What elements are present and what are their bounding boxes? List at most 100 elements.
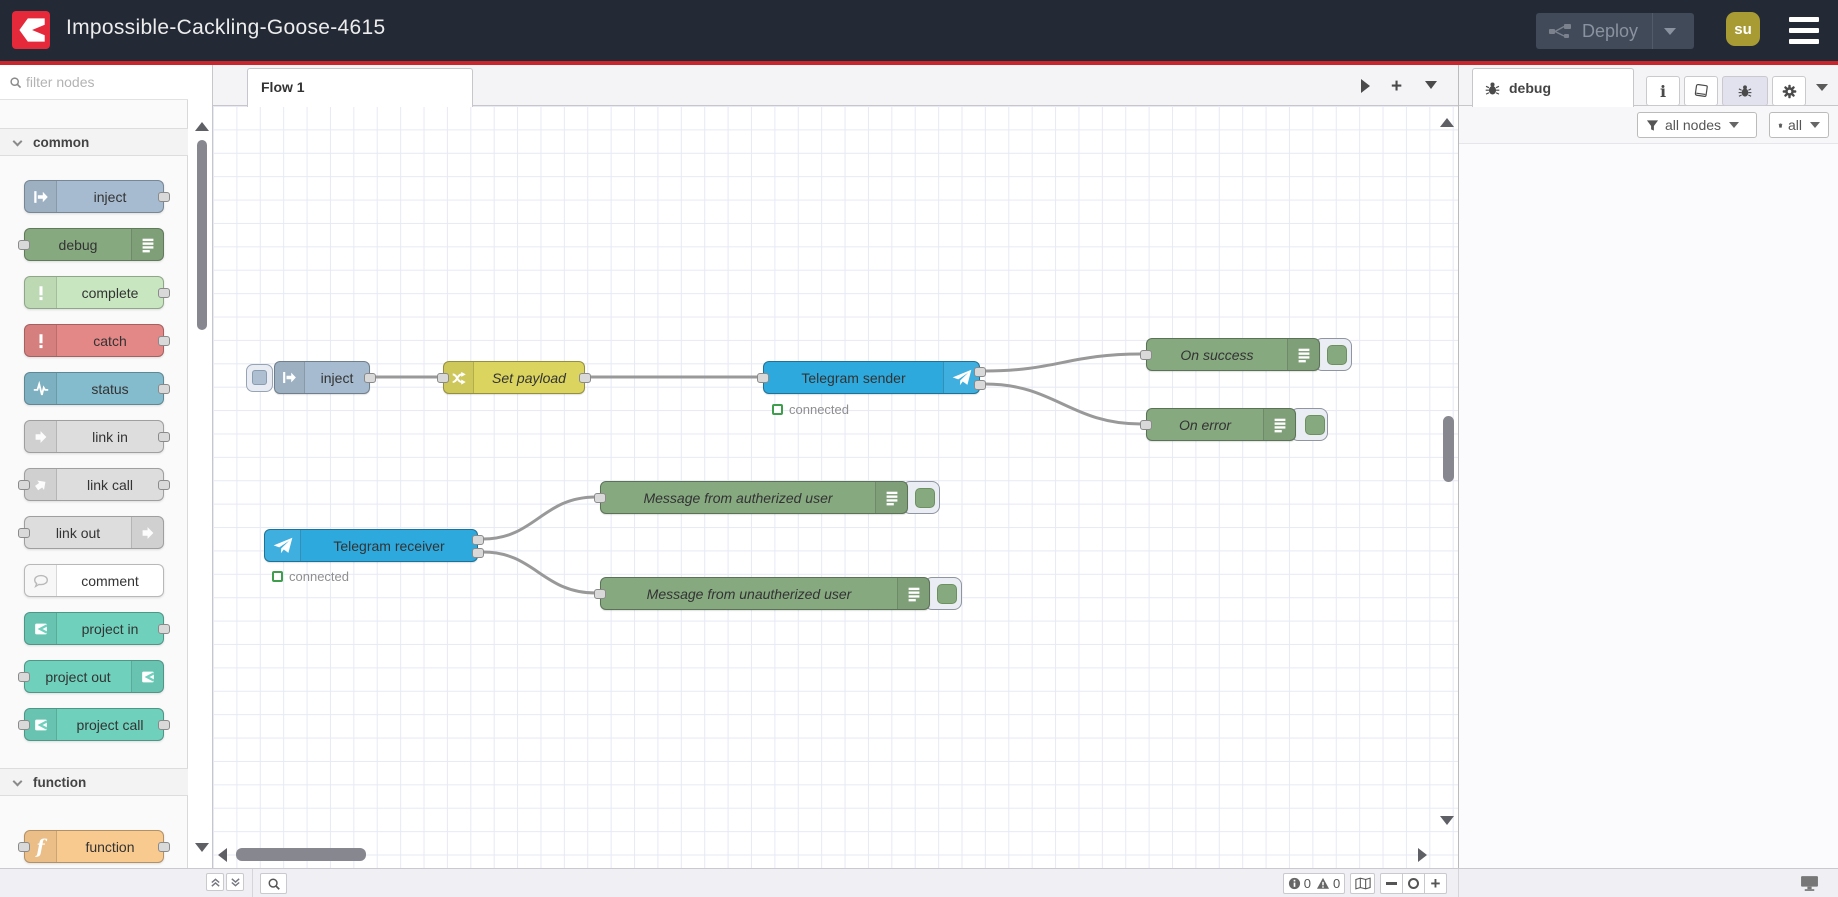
- flow-node-set-payload[interactable]: Set payload: [437, 361, 591, 394]
- palette-node-link-in[interactable]: link in: [24, 420, 170, 453]
- palette-node-debug[interactable]: debug: [18, 228, 164, 261]
- output-port[interactable]: [158, 192, 170, 202]
- settings-tab-button[interactable]: [1772, 76, 1806, 106]
- debug-clear-button[interactable]: all: [1769, 112, 1829, 138]
- search-input[interactable]: [26, 71, 176, 93]
- zoom-reset-icon: [1408, 878, 1419, 889]
- output-port[interactable]: [158, 480, 170, 490]
- zoom-in-button[interactable]: +: [1424, 873, 1447, 894]
- output-port[interactable]: [158, 624, 170, 634]
- deploy-dropdown-icon[interactable]: [1664, 27, 1677, 35]
- palette-category-common[interactable]: common: [0, 128, 188, 156]
- tab-scroll-right-icon[interactable]: [1361, 79, 1370, 93]
- palette-scrollbar-thumb[interactable]: [197, 140, 207, 330]
- navigator-button[interactable]: [1350, 873, 1375, 894]
- input-port[interactable]: [18, 240, 30, 250]
- debug-tab-button[interactable]: [1722, 76, 1768, 106]
- input-port[interactable]: [1140, 350, 1152, 360]
- palette-scroll-up-icon[interactable]: [195, 122, 209, 131]
- output-port[interactable]: [579, 373, 591, 383]
- debug-message-list[interactable]: [1459, 144, 1838, 868]
- inject-button[interactable]: [246, 364, 273, 392]
- list-icon: [142, 238, 153, 252]
- search-icon: [10, 77, 22, 89]
- user-avatar[interactable]: su: [1726, 12, 1760, 46]
- input-port[interactable]: [18, 720, 30, 730]
- input-port[interactable]: [594, 493, 606, 503]
- palette-node-link-out[interactable]: link out: [18, 516, 164, 549]
- output-port[interactable]: [974, 380, 986, 390]
- output-port[interactable]: [158, 432, 170, 442]
- zoom-reset-button[interactable]: [1402, 873, 1425, 894]
- flow-node-msg-unauthorized[interactable]: Message from unautherized user: [594, 577, 930, 610]
- canvas-vscrollbar-thumb[interactable]: [1443, 416, 1454, 482]
- deploy-button[interactable]: Deploy: [1536, 13, 1694, 49]
- menu-icon[interactable]: [1789, 17, 1819, 44]
- palette-node-complete[interactable]: complete: [24, 276, 170, 309]
- output-port[interactable]: [158, 384, 170, 394]
- output-port[interactable]: [158, 720, 170, 730]
- output-port[interactable]: [158, 288, 170, 298]
- palette-collapse-all-button[interactable]: [206, 873, 224, 891]
- palette-node-inject[interactable]: inject: [24, 180, 170, 213]
- debug-filter-button[interactable]: all nodes: [1637, 112, 1757, 138]
- input-port[interactable]: [757, 373, 769, 383]
- palette-scroll-down-icon[interactable]: [195, 843, 209, 852]
- trash-icon: [1778, 122, 1783, 128]
- flow-node-on-success[interactable]: On success: [1140, 338, 1320, 371]
- chevron-down-icon: [12, 136, 23, 147]
- output-port[interactable]: [364, 373, 376, 383]
- palette-node-project-call[interactable]: project call: [18, 708, 170, 741]
- flow-node-on-error[interactable]: On error: [1140, 408, 1296, 441]
- sidebar-collapse-icon[interactable]: [1816, 84, 1828, 91]
- palette-category-function[interactable]: function: [0, 768, 188, 796]
- notification-counts[interactable]: 0 0: [1283, 873, 1345, 894]
- input-port[interactable]: [437, 373, 449, 383]
- palette-expand-all-button[interactable]: [226, 873, 244, 891]
- add-flow-icon[interactable]: +: [1391, 76, 1402, 98]
- tab-flow-1[interactable]: Flow 1: [247, 68, 473, 107]
- output-port[interactable]: [158, 336, 170, 346]
- input-port[interactable]: [18, 672, 30, 682]
- palette-node-link-call[interactable]: link call: [18, 468, 170, 501]
- palette-node-project-in[interactable]: project in: [24, 612, 170, 645]
- node-red-logo: [12, 11, 50, 49]
- bug-icon: [1738, 85, 1752, 97]
- input-port[interactable]: [18, 842, 30, 852]
- warning-count: 0: [1333, 876, 1341, 891]
- info-tab-button[interactable]: i: [1646, 76, 1680, 106]
- tab-debug[interactable]: debug: [1472, 68, 1634, 107]
- function-icon: f: [36, 835, 45, 858]
- flow-node-telegram-receiver[interactable]: Telegram receiver: [264, 529, 484, 562]
- canvas-scroll-down-icon[interactable]: [1440, 816, 1454, 825]
- flow-node-inject[interactable]: inject: [274, 361, 376, 394]
- canvas-hscrollbar-thumb[interactable]: [236, 848, 366, 861]
- chevron-down-icon: [1729, 122, 1740, 128]
- palette-node-catch[interactable]: catch: [24, 324, 170, 357]
- palette-node-status[interactable]: status: [24, 372, 170, 405]
- output-port[interactable]: [158, 842, 170, 852]
- output-port[interactable]: [974, 367, 986, 377]
- tab-list-dropdown-icon[interactable]: [1425, 81, 1437, 89]
- palette-search-box[interactable]: [0, 65, 188, 100]
- search-flows-button[interactable]: [260, 873, 287, 894]
- help-tab-button[interactable]: [1684, 76, 1718, 106]
- input-port[interactable]: [1140, 420, 1152, 430]
- output-port[interactable]: [472, 548, 484, 558]
- input-port[interactable]: [18, 480, 30, 490]
- zoom-out-button[interactable]: [1380, 873, 1403, 894]
- output-port[interactable]: [472, 535, 484, 545]
- canvas-scroll-left-icon[interactable]: [218, 848, 227, 862]
- debug-popout-button[interactable]: [1800, 875, 1819, 897]
- chevron-down-icon: [12, 776, 23, 787]
- input-port[interactable]: [594, 589, 606, 599]
- canvas-scroll-up-icon[interactable]: [1440, 118, 1454, 127]
- palette-node-function[interactable]: f function: [18, 830, 170, 863]
- flow-node-msg-authorized[interactable]: Message from autherized user: [594, 481, 908, 514]
- input-port[interactable]: [18, 528, 30, 538]
- palette-node-comment[interactable]: comment: [24, 564, 164, 597]
- canvas-scroll-right-icon[interactable]: [1418, 848, 1427, 862]
- deploy-separator: [1652, 13, 1654, 49]
- flow-node-telegram-sender[interactable]: Telegram sender: [757, 361, 986, 394]
- palette-node-project-out[interactable]: project out: [18, 660, 164, 693]
